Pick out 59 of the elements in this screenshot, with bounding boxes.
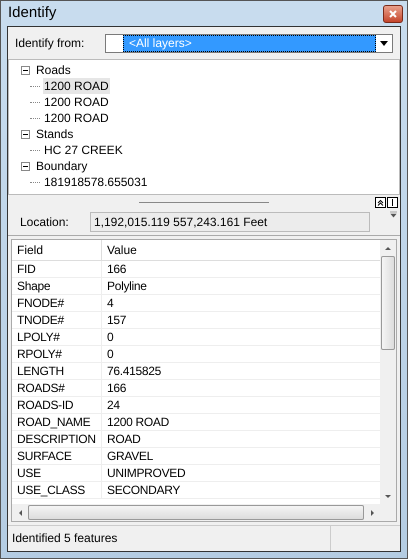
table-cell: DESCRIPTION bbox=[12, 431, 102, 447]
tree-item[interactable]: 1200 ROAD bbox=[43, 110, 110, 126]
vertical-scrollbar[interactable] bbox=[380, 240, 396, 504]
scroll-up-icon[interactable] bbox=[385, 246, 391, 250]
table-cell: ROAD_NAME bbox=[12, 414, 102, 430]
table-cell-text: UNIMPROVED bbox=[106, 465, 186, 481]
scroll-right-icon[interactable] bbox=[370, 510, 374, 516]
table-cell: ROADS# bbox=[12, 380, 102, 396]
tree-item[interactable]: 1200 ROAD bbox=[43, 78, 110, 94]
tree-item[interactable]: 181918578.655031 bbox=[43, 174, 148, 190]
table-cell-text: 76.415825 bbox=[106, 363, 162, 379]
collapse-icon[interactable] bbox=[21, 162, 30, 170]
table-cell-text: GRAVEL bbox=[106, 448, 154, 464]
table-cell-text: 0 bbox=[106, 329, 114, 345]
table-cell-text: Polyline bbox=[106, 278, 148, 294]
dropdown-value: <All layers> bbox=[123, 34, 376, 52]
table-cell: SURFACE bbox=[12, 448, 102, 464]
tree-group[interactable]: Roads bbox=[35, 61, 72, 79]
dropdown-arrow-icon[interactable] bbox=[390, 211, 397, 219]
scroll-left-icon[interactable] bbox=[18, 510, 22, 516]
table-cell-text: 157 bbox=[106, 312, 128, 328]
status-text: Identified 5 features bbox=[11, 530, 118, 547]
tree-group[interactable]: Boundary bbox=[35, 157, 88, 175]
scrollbar-thumb[interactable] bbox=[381, 256, 395, 350]
dropdown-arrow-icon[interactable] bbox=[380, 40, 388, 46]
horizontal-scrollbar[interactable] bbox=[12, 504, 396, 521]
tree-group[interactable]: Stands bbox=[35, 125, 74, 143]
table-cell-text: 166 bbox=[106, 380, 128, 396]
table-cell: ROADS-ID bbox=[12, 397, 102, 413]
table-cell: TNODE# bbox=[12, 312, 102, 328]
table-cell-text: ROAD bbox=[106, 431, 142, 447]
table-cell: Shape bbox=[12, 278, 102, 294]
table-cell-text: 4 bbox=[106, 295, 114, 311]
table-cell-text: SECONDARY bbox=[106, 482, 182, 498]
table-cell-text: 24 bbox=[106, 397, 121, 413]
table-cell: FID bbox=[12, 261, 102, 277]
identify-from-label: Identify from: bbox=[15, 35, 85, 52]
table-cell: FNODE# bbox=[12, 295, 102, 311]
table-cell: USE bbox=[12, 465, 102, 481]
table-cell-text: 166 bbox=[106, 261, 128, 277]
table-cell: LPOLY# bbox=[12, 329, 102, 345]
close-button[interactable] bbox=[383, 4, 403, 22]
scroll-down-icon[interactable] bbox=[385, 494, 391, 498]
collapse-up-icon[interactable] bbox=[375, 197, 386, 208]
collapse-icon[interactable] bbox=[21, 66, 30, 74]
table-cell-text: 0 bbox=[106, 346, 114, 362]
window-title: Identify bbox=[8, 3, 56, 24]
collapse-icon[interactable] bbox=[21, 130, 30, 138]
location-field: 1,192,015.119 557,243.161 Feet bbox=[90, 212, 370, 232]
tree-item[interactable]: 1200 ROAD bbox=[43, 94, 110, 110]
table-cell: LENGTH bbox=[12, 363, 102, 379]
close-icon bbox=[389, 10, 397, 18]
tree-item[interactable]: HC 27 CREEK bbox=[43, 142, 124, 158]
split-view-icon[interactable] bbox=[387, 197, 398, 208]
location-label: Location: bbox=[20, 214, 70, 231]
table-cell: USE_CLASS bbox=[12, 482, 102, 498]
scrollbar-thumb[interactable] bbox=[28, 505, 364, 520]
table-cell-text: 1200 ROAD bbox=[106, 414, 170, 430]
table-cell: RPOLY# bbox=[12, 346, 102, 362]
